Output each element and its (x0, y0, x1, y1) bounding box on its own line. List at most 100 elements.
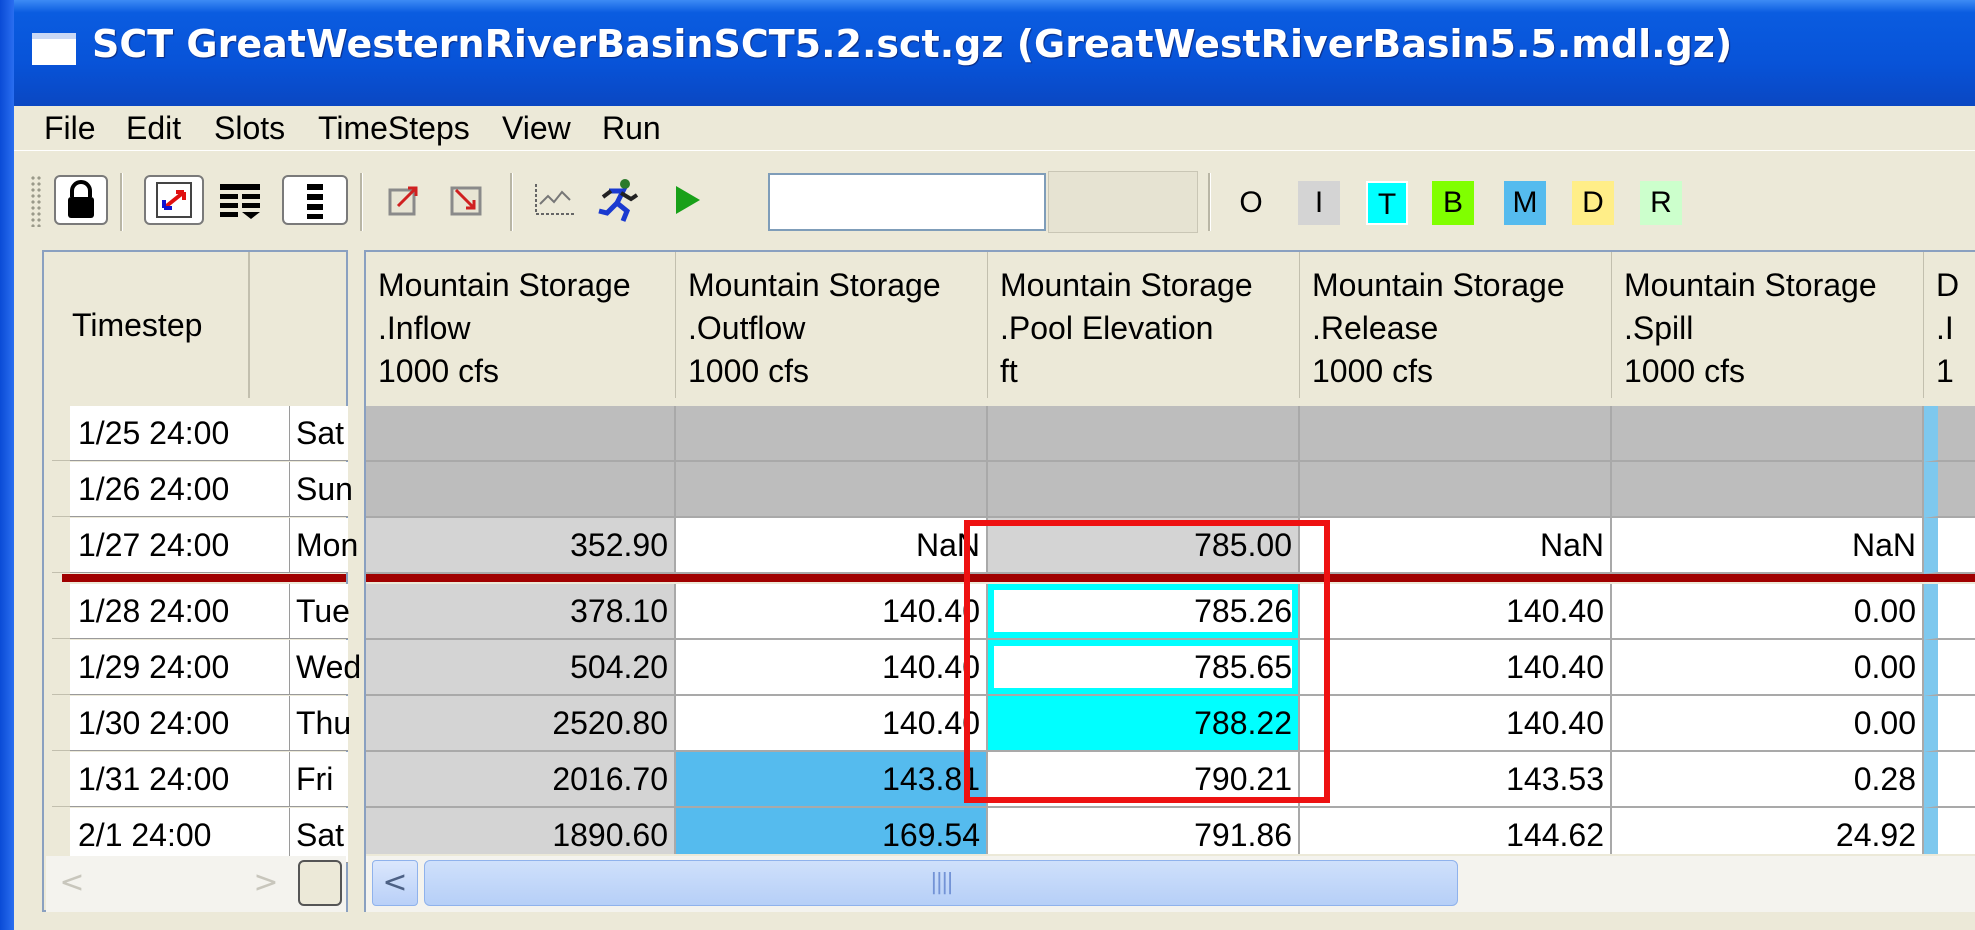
data-cell[interactable]: 143.81 (676, 752, 988, 808)
data-cell[interactable] (1300, 406, 1612, 462)
timestep-row[interactable]: 1/27 24:00 Mon (44, 518, 358, 573)
data-cell-partial[interactable] (1924, 696, 1975, 752)
color-filter-b-button[interactable]: B (1432, 181, 1474, 225)
data-cell[interactable]: NaN (1300, 518, 1612, 574)
timestep-row[interactable]: 1/25 24:00 Sat (44, 406, 348, 461)
column-header[interactable]: Mountain Storage .Outflow 1000 cfs (676, 252, 988, 398)
timestep-row[interactable]: 1/31 24:00 Fri (44, 752, 348, 807)
data-cell[interactable] (366, 406, 676, 462)
data-cell[interactable]: 785.65 (988, 640, 1300, 696)
data-cell-partial[interactable] (1924, 808, 1975, 854)
scroll-left-icon[interactable]: < (372, 860, 418, 906)
scrollbar-thumb[interactable]: |||| (424, 860, 1458, 906)
data-cell[interactable] (676, 406, 988, 462)
toolbar-separator (510, 173, 513, 231)
data-cell[interactable] (1300, 462, 1612, 518)
open-object-button[interactable] (378, 175, 430, 225)
data-cell[interactable] (1612, 406, 1924, 462)
timestep-day: Mon (290, 518, 358, 573)
data-cell[interactable] (676, 462, 988, 518)
menu-file[interactable]: File (44, 106, 96, 150)
column-header[interactable]: Mountain Storage .Pool Elevation ft (988, 252, 1300, 398)
run-dispatch-button[interactable] (592, 175, 644, 225)
data-cell[interactable]: 140.40 (1300, 584, 1612, 640)
timestep-row[interactable]: 1/26 24:00 Sun (44, 462, 353, 517)
menu-run[interactable]: Run (602, 106, 661, 150)
timestep-row[interactable]: 1/28 24:00 Tue (44, 584, 350, 639)
data-cell[interactable]: 0.28 (1612, 752, 1924, 808)
timestep-row[interactable]: 1/30 24:00 Thu (44, 696, 351, 751)
data-cell[interactable]: 791.86 (988, 808, 1300, 854)
color-filter-r-button[interactable]: R (1640, 181, 1682, 225)
lock-button[interactable] (54, 175, 108, 225)
data-cell[interactable]: 140.40 (1300, 640, 1612, 696)
corner-button[interactable] (298, 860, 342, 906)
data-cell-partial[interactable] (1924, 406, 1975, 462)
column-header[interactable]: Mountain Storage .Spill 1000 cfs (1612, 252, 1924, 398)
timestep-header[interactable]: Timestep (44, 252, 250, 398)
timestep-row[interactable]: 1/29 24:00 Wed (44, 640, 361, 695)
data-cell[interactable] (366, 462, 676, 518)
run-button[interactable] (660, 175, 712, 225)
data-cell[interactable]: 785.00 (988, 518, 1300, 574)
data-cell[interactable] (1612, 462, 1924, 518)
horizontal-scrollbar[interactable]: < |||| (366, 856, 1975, 912)
data-cell-partial[interactable] (1924, 752, 1975, 808)
data-cell[interactable]: NaN (676, 518, 988, 574)
data-cell[interactable]: 0.00 (1612, 696, 1924, 752)
data-cell[interactable]: 790.21 (988, 752, 1300, 808)
data-cell[interactable]: 144.62 (1300, 808, 1612, 854)
data-cell[interactable]: 140.40 (1300, 696, 1612, 752)
data-cell[interactable]: 140.40 (676, 696, 988, 752)
data-cell[interactable]: 352.90 (366, 518, 676, 574)
column-header[interactable]: D .I 1 (1924, 252, 1975, 398)
window-title: SCT GreatWesternRiverBasinSCT5.2.sct.gz … (92, 22, 1733, 66)
filter-rows-button[interactable] (214, 175, 266, 225)
menu-view[interactable]: View (502, 106, 571, 150)
column-header[interactable]: Mountain Storage .Release 1000 cfs (1300, 252, 1612, 398)
menu-slots[interactable]: Slots (214, 106, 285, 150)
scroll-left-icon[interactable]: < (50, 860, 94, 906)
data-cell[interactable]: 169.54 (676, 808, 988, 854)
data-cell-partial[interactable] (1924, 584, 1975, 640)
scroll-right-icon[interactable]: > (246, 860, 286, 906)
data-cell[interactable]: 1890.60 (366, 808, 676, 854)
color-filter-i-button[interactable]: I (1298, 181, 1340, 225)
data-cell-partial[interactable] (1924, 640, 1975, 696)
menu-timesteps[interactable]: TimeSteps (318, 106, 470, 150)
row-list-button[interactable] (282, 175, 348, 225)
data-cell[interactable]: 143.53 (1300, 752, 1612, 808)
close-object-button[interactable] (440, 175, 492, 225)
data-cell-partial[interactable] (1924, 462, 1975, 518)
title-bar[interactable]: SCT GreatWesternRiverBasinSCT5.2.sct.gz … (14, 0, 1975, 106)
toolbar-separator (360, 173, 363, 231)
color-filter-t-button[interactable]: T (1366, 181, 1408, 225)
data-cell[interactable]: NaN (1612, 518, 1924, 574)
data-cell[interactable]: 504.20 (366, 640, 676, 696)
data-cell[interactable]: 0.00 (1612, 640, 1924, 696)
menu-edit[interactable]: Edit (126, 106, 181, 150)
data-cell[interactable]: 140.40 (676, 640, 988, 696)
data-cell[interactable]: 378.10 (366, 584, 676, 640)
data-cell[interactable] (988, 462, 1300, 518)
data-cell[interactable]: 0.00 (1612, 584, 1924, 640)
plot-button[interactable] (528, 175, 580, 225)
data-cell[interactable]: 140.40 (676, 584, 988, 640)
data-cell[interactable]: 2520.80 (366, 696, 676, 752)
color-filter-o-button[interactable]: O (1230, 181, 1272, 225)
timestep-scrollbar[interactable]: < > (46, 856, 346, 912)
timestep-row[interactable]: 2/1 24:00 Sat (44, 808, 348, 863)
column-header-line1: Mountain Storage (1312, 267, 1565, 303)
color-filter-m-button[interactable]: M (1504, 181, 1546, 225)
data-cell[interactable]: 788.22 (988, 696, 1300, 752)
sync-button[interactable] (144, 175, 204, 225)
column-header[interactable]: Mountain Storage .Inflow 1000 cfs (366, 252, 676, 398)
data-cell-partial[interactable] (1924, 518, 1975, 574)
data-cell[interactable]: 2016.70 (366, 752, 676, 808)
toolbar-text-field[interactable] (768, 173, 1046, 231)
data-cell[interactable] (988, 406, 1300, 462)
color-filter-d-button[interactable]: D (1572, 181, 1614, 225)
data-cell[interactable]: 24.92 (1612, 808, 1924, 854)
toolbar-grip[interactable] (30, 175, 42, 227)
data-cell[interactable]: 785.26 (988, 584, 1300, 640)
